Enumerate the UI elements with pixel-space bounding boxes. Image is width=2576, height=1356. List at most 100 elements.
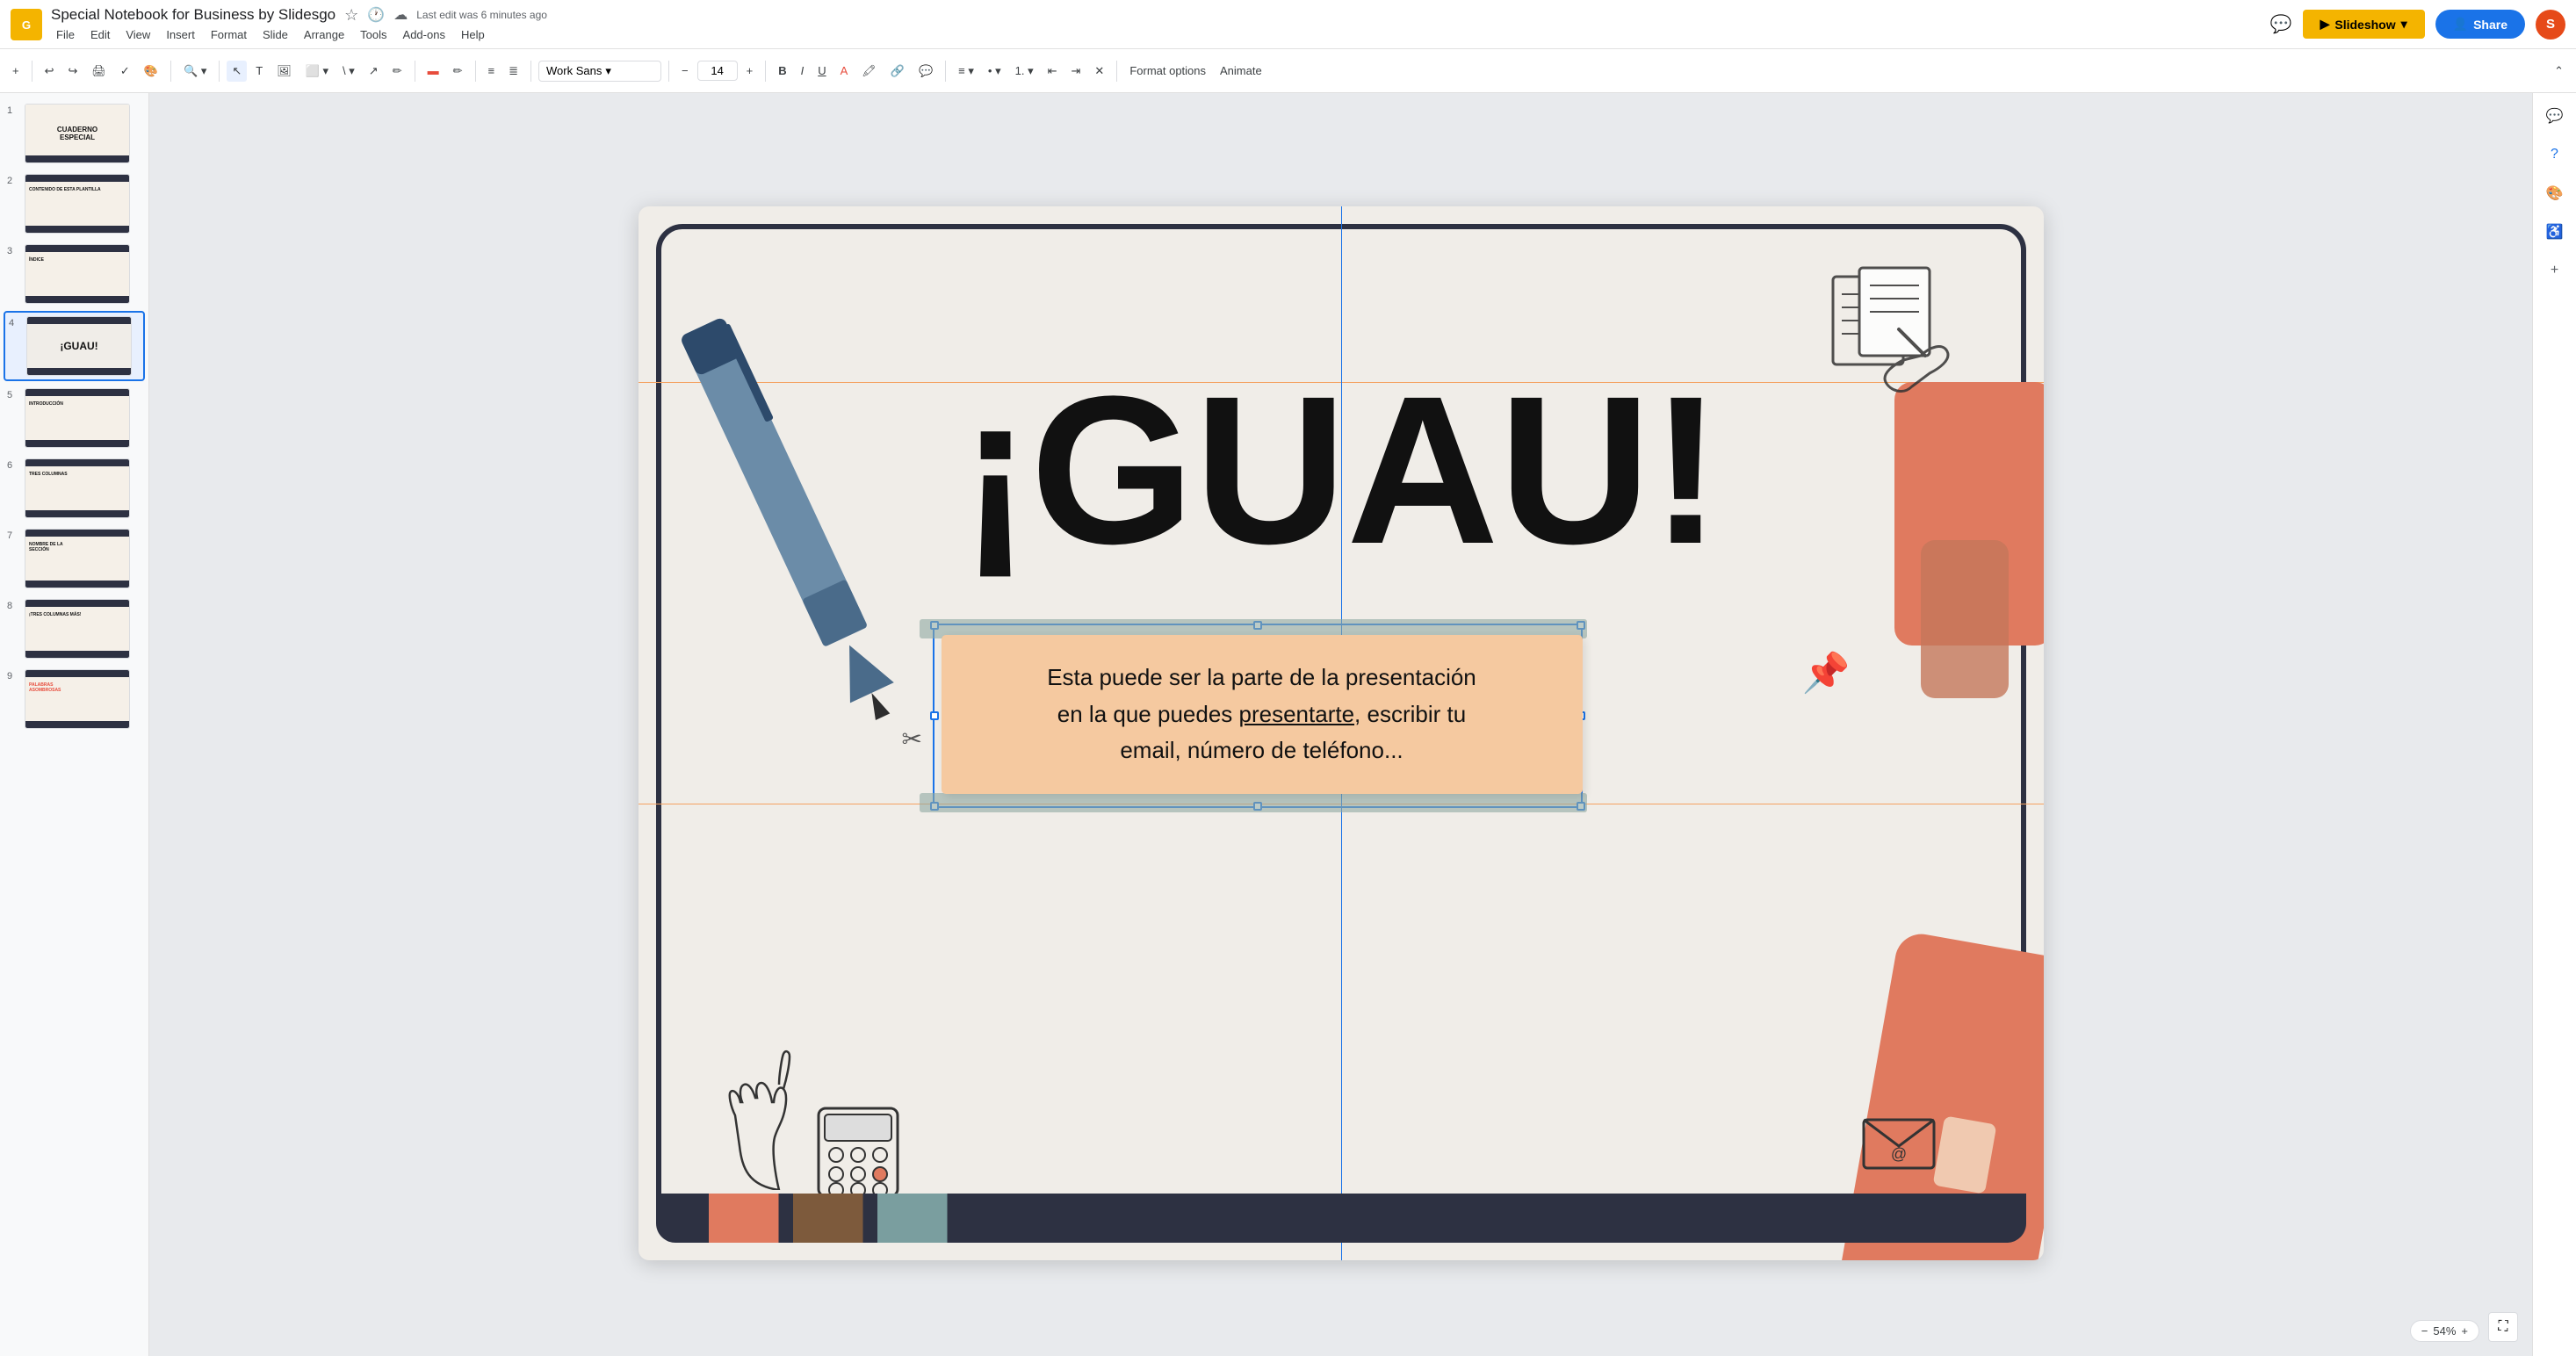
slide-canvas[interactable]: ¡GUAU! bbox=[639, 206, 2044, 1260]
slide-thumb-6[interactable]: 6 TRES COLUMNAS bbox=[4, 455, 145, 522]
line-color-button[interactable]: ✏ bbox=[448, 61, 468, 82]
font-size-input[interactable]: 14 bbox=[704, 64, 732, 77]
svg-text:G: G bbox=[22, 18, 31, 31]
slide-number-3: 3 bbox=[7, 246, 19, 256]
sticky-note[interactable]: Esta puede ser la parte de la presentaci… bbox=[942, 635, 1583, 794]
slide-number-6: 6 bbox=[7, 460, 19, 471]
font-color-button[interactable]: A bbox=[835, 61, 854, 81]
calculator-illustration bbox=[814, 1104, 902, 1201]
slide-thumbnail-7: NOMBRE DE LASECCIÓN bbox=[25, 529, 130, 588]
slide-thumbnail-1: CUADERNOESPECIAL bbox=[25, 104, 130, 163]
right-panel-comment-icon[interactable]: 💬 bbox=[2543, 104, 2567, 128]
line-tool[interactable]: \ ▾ bbox=[337, 61, 360, 82]
slide-thumb-7[interactable]: 7 NOMBRE DE LASECCIÓN bbox=[4, 525, 145, 592]
decrease-font-button[interactable]: − bbox=[676, 61, 694, 81]
menu-help[interactable]: Help bbox=[456, 26, 490, 43]
slide-thumb-9[interactable]: 9 PALABRASASOMBROSAS bbox=[4, 666, 145, 732]
slide-thumbnail-9: PALABRASASOMBROSAS bbox=[25, 669, 130, 729]
right-panel-expand-icon[interactable]: + bbox=[2543, 258, 2567, 283]
redo-button[interactable]: ↪ bbox=[63, 61, 83, 82]
fill-color-button[interactable]: ▬ bbox=[422, 61, 444, 81]
zoom-level: 54% bbox=[2433, 1324, 2456, 1338]
share-button[interactable]: 👤 Share bbox=[2435, 10, 2525, 39]
envelope-illustration: @ bbox=[1859, 1102, 1938, 1181]
bullet-list-button[interactable]: • ▾ bbox=[983, 61, 1007, 82]
font-size-box: 14 bbox=[697, 61, 738, 81]
slide-number-7: 7 bbox=[7, 530, 19, 541]
dropdown-arrow: ▾ bbox=[2401, 17, 2407, 32]
spellcheck-button[interactable]: ✓ bbox=[115, 61, 135, 82]
toolbar-separator-7 bbox=[668, 61, 669, 82]
text-tool[interactable]: T bbox=[250, 61, 268, 81]
menu-view[interactable]: View bbox=[120, 26, 155, 43]
right-panel-theme-icon[interactable]: 🎨 bbox=[2543, 181, 2567, 206]
toolbar-collapse[interactable]: ⌃ bbox=[2549, 61, 2569, 82]
menu-tools[interactable]: Tools bbox=[355, 26, 392, 43]
undo-button[interactable]: ↩ bbox=[40, 61, 60, 82]
shape-tool[interactable]: ⬜ ▾ bbox=[300, 61, 334, 82]
numbered-list-button[interactable]: 1. ▾ bbox=[1010, 61, 1039, 82]
right-panel-help-icon[interactable]: ? bbox=[2543, 142, 2567, 167]
zoom-control[interactable]: − 54% + bbox=[2410, 1320, 2479, 1342]
font-dropdown-arrow: ▾ bbox=[605, 64, 611, 78]
play-icon: ▶ bbox=[2320, 17, 2330, 32]
right-panel-accessibility-icon[interactable]: ♿ bbox=[2543, 220, 2567, 244]
tape-strip-bottom bbox=[920, 793, 1587, 812]
clear-format-button[interactable]: ✕ bbox=[1089, 61, 1109, 82]
zoom-out-icon[interactable]: − bbox=[2421, 1324, 2428, 1338]
italic-button[interactable]: I bbox=[796, 61, 810, 81]
scribble-tool[interactable]: ✏ bbox=[387, 61, 408, 82]
history-icon[interactable]: 🕐 bbox=[367, 6, 385, 24]
font-selector[interactable]: Work Sans ▾ bbox=[538, 61, 661, 82]
slide-thumb-1[interactable]: 1 CUADERNOESPECIAL bbox=[4, 100, 145, 167]
slide-thumb-8[interactable]: 8 ¡TRES COLUMNAS MÁS! bbox=[4, 595, 145, 662]
slide-thumb-4[interactable]: 4 ¡GUAU! bbox=[4, 311, 145, 381]
toolbar-separator-10 bbox=[1116, 61, 1117, 82]
title-area: Special Notebook for Business by Slidesg… bbox=[51, 6, 2262, 43]
slide-thumb-5[interactable]: 5 INTRODUCCIÓN bbox=[4, 385, 145, 451]
arrow-tool[interactable]: ↗ bbox=[364, 61, 384, 82]
menu-arrange[interactable]: Arrange bbox=[299, 26, 350, 43]
comment-button[interactable]: 💬 bbox=[913, 61, 938, 82]
expand-button[interactable]: ⛶ bbox=[2488, 1312, 2518, 1342]
bold-button[interactable]: B bbox=[773, 61, 791, 81]
zoom-button[interactable]: 🔍 ▾ bbox=[178, 61, 212, 82]
toolbar: + ↩ ↪ 🖨 ✓ 🎨 🔍 ▾ ↖ T 🖼 ⬜ ▾ \ ▾ ↗ ✏ ▬ ✏ ≡ … bbox=[0, 49, 2576, 93]
format-options-button[interactable]: Format options bbox=[1124, 61, 1211, 81]
text-align-button[interactable]: ≡ ▾ bbox=[953, 61, 979, 82]
animate-button[interactable]: Animate bbox=[1215, 61, 1267, 81]
add-slide-button[interactable]: + bbox=[7, 61, 25, 81]
menu-edit[interactable]: Edit bbox=[85, 26, 115, 43]
slide-thumb-2[interactable]: 2 CONTENIDO DE ESTA PLANTILLA bbox=[4, 170, 145, 237]
image-tool[interactable]: 🖼 bbox=[271, 61, 297, 82]
indent-more-button[interactable]: ⇥ bbox=[1066, 61, 1086, 82]
share-icon: 👤 bbox=[2453, 17, 2468, 32]
slideshow-button[interactable]: ▶ Slideshow ▾ bbox=[2303, 10, 2425, 39]
zoom-in-icon[interactable]: + bbox=[2461, 1324, 2468, 1338]
slide-thumbnail-8: ¡TRES COLUMNAS MÁS! bbox=[25, 599, 130, 659]
menu-slide[interactable]: Slide bbox=[257, 26, 293, 43]
underline-button[interactable]: U bbox=[812, 61, 831, 81]
menu-addons[interactable]: Add-ons bbox=[398, 26, 451, 43]
select-tool[interactable]: ↖ bbox=[227, 61, 247, 82]
indent-less-button[interactable]: ⇤ bbox=[1043, 61, 1063, 82]
align-left-button[interactable]: ≡ bbox=[483, 61, 501, 81]
link-button[interactable]: 🔗 bbox=[885, 61, 910, 82]
print-button[interactable]: 🖨 bbox=[86, 61, 112, 82]
increase-font-button[interactable]: + bbox=[741, 61, 759, 81]
menu-insert[interactable]: Insert bbox=[161, 26, 200, 43]
highlight-button[interactable]: 🖍 bbox=[856, 61, 882, 82]
slide-thumb-3[interactable]: 3 ÍNDICE bbox=[4, 241, 145, 307]
comment-icon[interactable]: 💬 bbox=[2270, 13, 2292, 35]
last-edit-text: Last edit was 6 minutes ago bbox=[416, 9, 547, 21]
paint-button[interactable]: 🎨 bbox=[139, 61, 163, 82]
sticky-text: Esta puede ser la parte de la presentaci… bbox=[973, 660, 1551, 769]
cloud-icon[interactable]: ☁ bbox=[393, 6, 408, 24]
toolbar-separator-5 bbox=[475, 61, 476, 82]
menu-format[interactable]: Format bbox=[206, 26, 252, 43]
menu-file[interactable]: File bbox=[51, 26, 80, 43]
scissors-icon-slide: ✂ bbox=[902, 725, 922, 754]
star-icon[interactable]: ☆ bbox=[344, 6, 358, 25]
user-avatar[interactable]: S bbox=[2536, 10, 2565, 40]
align-right-button[interactable]: ≣ bbox=[503, 61, 523, 82]
